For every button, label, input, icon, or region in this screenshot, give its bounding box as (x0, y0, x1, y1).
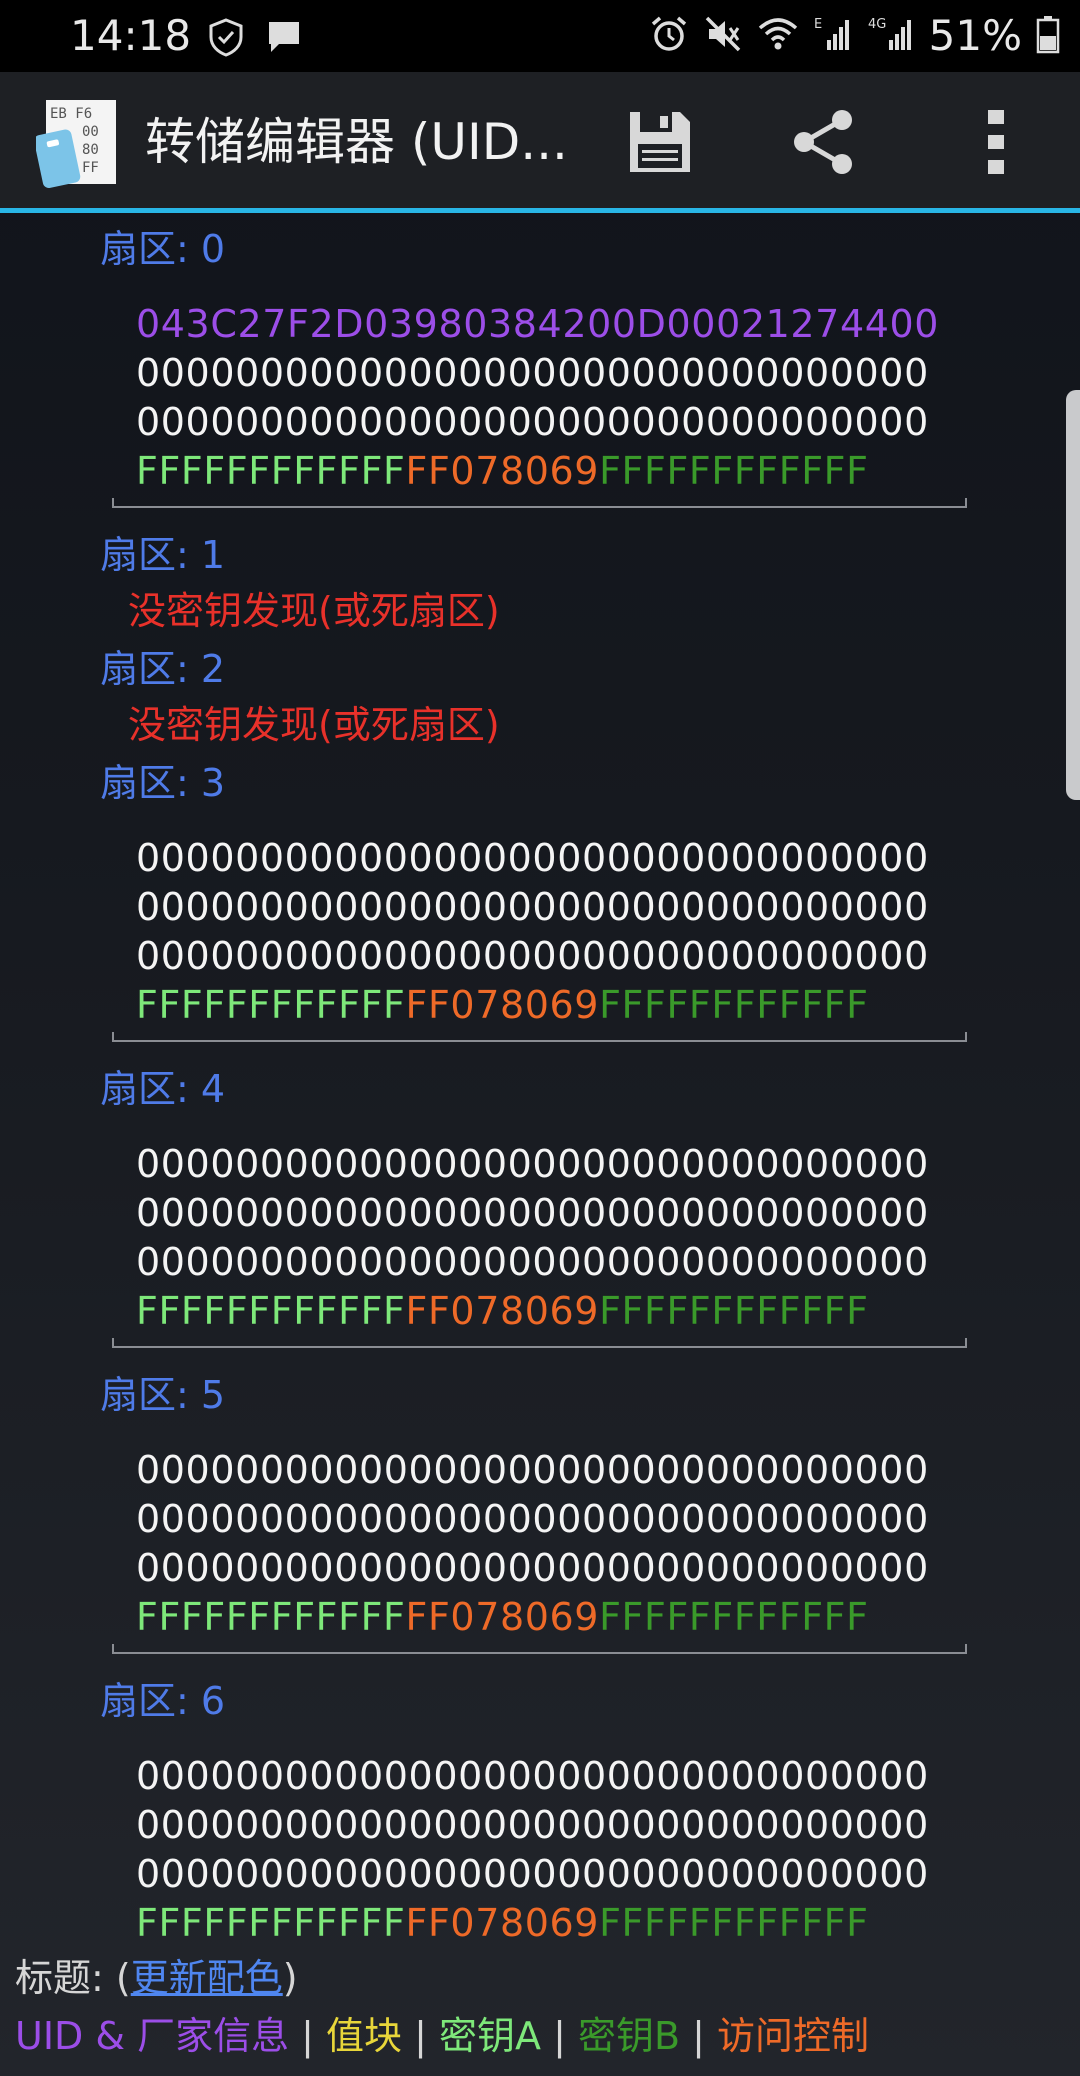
sector-trailer: FFFFFFFFFFFFFF078069FFFFFFFFFFFF (136, 981, 869, 1029)
message-icon (263, 16, 305, 62)
app-logo[interactable]: EB F6 00 80 FF (34, 98, 120, 190)
sector-trailer: FFFFFFFFFFFFFF078069FFFFFFFFFFFF (136, 447, 869, 495)
key-a: FFFFFFFFFFFF (136, 449, 406, 493)
svg-text:E: E (814, 17, 822, 32)
share-button[interactable] (784, 104, 864, 184)
sector-header: 扇区: 6 (100, 1679, 226, 1723)
signal-4g-icon: 4G (867, 14, 915, 58)
access-conditions: FF078069 (405, 1901, 600, 1945)
battery-icon (1036, 14, 1060, 58)
color-legend: 标题: (更新配色) UID & 厂家信息 | 值块 | 密钥A | 密钥B |… (0, 1953, 1080, 2076)
sector-error-message: 没密钥发现(或死扇区) (128, 703, 500, 747)
access-conditions: FF078069 (405, 983, 600, 1027)
battery-percent: 51% (928, 11, 1022, 60)
sector-header: 扇区: 4 (100, 1067, 226, 1111)
data-block: 00000000000000000000000000000000 (136, 836, 929, 880)
share-icon (788, 106, 860, 182)
legend-title-suffix: ) (282, 1956, 298, 2000)
key-a: FFFFFFFFFFFF (136, 1289, 406, 1333)
screen: 14:18 E 4G 51% EB F6 00 80 FF 转储编辑器 (UID… (0, 0, 1080, 2076)
sector-header: 扇区: 3 (100, 761, 226, 805)
status-bar: 14:18 E 4G 51% (0, 0, 1080, 72)
data-block: 00000000000000000000000000000000 (136, 1497, 929, 1541)
legend-separator: | (680, 2014, 718, 2058)
key-b: FFFFFFFFFFFF (599, 1901, 869, 1945)
wifi-icon (757, 14, 799, 58)
legend-access-control: 访问控制 (717, 2014, 870, 2058)
mute-icon (703, 14, 743, 58)
data-block: 00000000000000000000000000000000 (136, 1803, 929, 1847)
sector-trailer: FFFFFFFFFFFFFF078069FFFFFFFFFFFF (136, 1287, 869, 1335)
sector-separator (112, 1032, 967, 1042)
key-a: FFFFFFFFFFFF (136, 1595, 406, 1639)
key-b: FFFFFFFFFFFF (599, 983, 869, 1027)
data-block: 00000000000000000000000000000000 (136, 351, 929, 395)
data-block: 00000000000000000000000000000000 (136, 1142, 929, 1186)
svg-text:00: 00 (82, 124, 99, 140)
key-a: FFFFFFFFFFFF (136, 1901, 406, 1945)
sector-error-message: 没密钥发现(或死扇区) (128, 589, 500, 633)
alarm-icon (649, 14, 689, 58)
svg-text:4G: 4G (868, 17, 886, 32)
svg-text:80: 80 (82, 142, 99, 158)
legend-separator: | (289, 2014, 327, 2058)
sector-trailer: FFFFFFFFFFFFFF078069FFFFFFFFFFFF (136, 1899, 869, 1947)
shield-check-icon (205, 16, 247, 62)
sector-trailer: FFFFFFFFFFFFFF078069FFFFFFFFFFFF (136, 1593, 869, 1641)
sector-separator (112, 1338, 967, 1348)
data-block: 00000000000000000000000000000000 (136, 1240, 929, 1284)
svg-text:EB F6: EB F6 (50, 106, 92, 122)
key-b: FFFFFFFFFFFF (599, 1289, 869, 1333)
signal-e-icon: E (813, 14, 853, 58)
key-b: FFFFFFFFFFFF (599, 1595, 869, 1639)
scrollbar-thumb[interactable] (1066, 390, 1080, 800)
save-button[interactable] (620, 104, 700, 184)
sector-header: 扇区: 1 (100, 533, 226, 577)
data-block: 00000000000000000000000000000000 (136, 934, 929, 978)
more-options-button[interactable] (956, 104, 1036, 184)
key-b: FFFFFFFFFFFF (599, 449, 869, 493)
dump-content[interactable]: 扇区: 0 043C27F2D03980384200D00021274400 0… (0, 213, 1080, 1953)
sector-separator (112, 1644, 967, 1654)
data-block: 00000000000000000000000000000000 (136, 1448, 929, 1492)
legend-separator: | (541, 2014, 578, 2058)
legend-items: UID & 厂家信息 | 值块 | 密钥A | 密钥B | 访问控制 (15, 2011, 869, 2061)
uid-block: 043C27F2D03980384200D00021274400 (136, 302, 940, 346)
legend-title-prefix: 标题: ( (15, 1956, 131, 2000)
sector-separator (112, 498, 967, 508)
access-conditions: FF078069 (405, 449, 600, 493)
data-block: 00000000000000000000000000000000 (136, 885, 929, 929)
sector-header: 扇区: 5 (100, 1373, 226, 1417)
legend-value-block: 值块 (326, 2014, 403, 2058)
app-toolbar: EB F6 00 80 FF 转储编辑器 (UID... (0, 72, 1080, 213)
legend-uid: UID & 厂家信息 (15, 2014, 290, 2058)
data-block: 00000000000000000000000000000000 (136, 1754, 929, 1798)
legend-separator: | (402, 2014, 440, 2058)
data-block: 00000000000000000000000000000000 (136, 1191, 929, 1235)
save-icon (624, 106, 696, 182)
svg-text:FF: FF (82, 160, 99, 176)
data-block: 00000000000000000000000000000000 (136, 1546, 929, 1590)
access-conditions: FF078069 (405, 1595, 600, 1639)
key-a: FFFFFFFFFFFF (136, 983, 406, 1027)
legend-key-b: 密钥B (578, 2014, 681, 2058)
update-colors-link[interactable]: 更新配色 (131, 1956, 283, 2000)
sector-header: 扇区: 0 (100, 227, 226, 271)
legend-key-a: 密钥A (439, 2014, 542, 2058)
toolbar-title: 转储编辑器 (UID... (145, 113, 568, 171)
data-block: 00000000000000000000000000000000 (136, 1852, 929, 1896)
status-time: 14:18 (70, 11, 192, 60)
access-conditions: FF078069 (405, 1289, 600, 1333)
legend-title: 标题: (更新配色) (15, 1953, 298, 2003)
more-vertical-icon (984, 106, 1008, 182)
data-block: 00000000000000000000000000000000 (136, 400, 929, 444)
sector-header: 扇区: 2 (100, 647, 226, 691)
